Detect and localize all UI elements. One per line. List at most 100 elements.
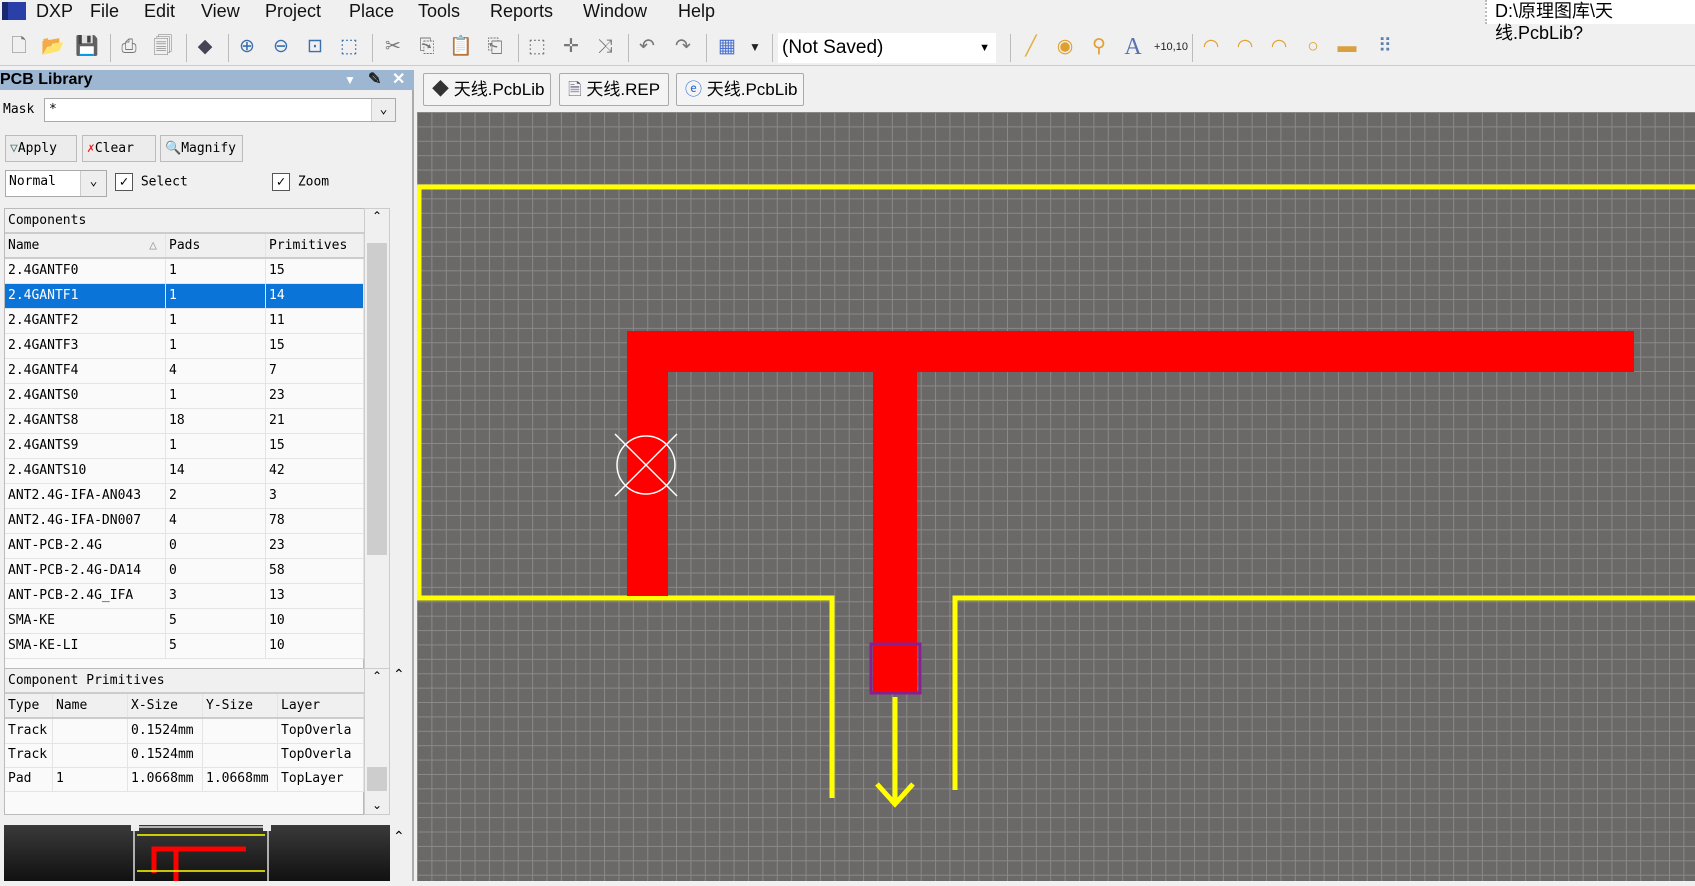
print-preview-icon[interactable]: 🗐 xyxy=(150,34,176,60)
component-row[interactable]: 2.4GANTS0 1 23 xyxy=(5,384,364,409)
primitive-row[interactable]: Track 0.1524mm TopOverla xyxy=(5,743,364,768)
primitive-row[interactable]: Track 0.1524mm TopOverla xyxy=(5,719,364,744)
component-preview[interactable] xyxy=(4,825,390,886)
array-icon[interactable]: ⠿ xyxy=(1372,34,1398,60)
component-row[interactable]: SMA-KE 5 10 xyxy=(5,609,364,634)
zoom-in-icon[interactable]: ⊕ xyxy=(234,34,260,60)
col-type[interactable]: Type xyxy=(5,694,53,717)
pad-icon[interactable]: ◉ xyxy=(1052,34,1078,60)
pin-icon[interactable]: ✎ xyxy=(368,70,381,90)
component-row[interactable]: SMA-KE-LI 5 10 xyxy=(5,634,364,659)
paste-icon[interactable]: 📋 xyxy=(448,34,474,60)
col-y-size[interactable]: Y-Size xyxy=(203,694,278,717)
component-row[interactable]: ANT-PCB-2.4G_IFA 3 13 xyxy=(5,584,364,609)
menu-dxp[interactable]: DXP xyxy=(36,0,73,22)
scroll-up-icon[interactable]: ⌃ xyxy=(365,209,389,223)
select-area-icon[interactable]: ⬚ xyxy=(524,34,550,60)
component-row[interactable]: ANT-PCB-2.4G-DA14 0 58 xyxy=(5,559,364,584)
arc-center-icon[interactable]: ◠ xyxy=(1198,34,1224,60)
coordinate-icon[interactable]: +10,10 xyxy=(1154,34,1188,60)
close-icon[interactable]: ✕ xyxy=(392,70,405,90)
full-circle-icon[interactable]: ○ xyxy=(1300,34,1326,60)
scroll-thumb[interactable] xyxy=(367,767,387,791)
line-icon[interactable]: ╱ xyxy=(1018,34,1044,60)
string-icon[interactable]: A xyxy=(1120,34,1146,60)
components-title: Components xyxy=(5,209,364,234)
save-icon[interactable]: 💾 xyxy=(74,34,100,60)
zoom-fit-icon[interactable]: ⊡ xyxy=(302,34,328,60)
select-checkbox[interactable]: ✓ Select xyxy=(115,173,188,191)
scroll-down-icon[interactable]: ⌄ xyxy=(365,798,389,812)
grid-dropdown-icon[interactable]: ▼ xyxy=(742,34,768,60)
primitive-row[interactable]: Pad 1 1.0668mm 1.0668mm TopLayer xyxy=(5,767,364,792)
menu-edit[interactable]: Edit xyxy=(144,0,175,22)
component-row[interactable]: ANT2.4G-IFA-DN007 4 78 xyxy=(5,509,364,534)
menu-reports[interactable]: Reports xyxy=(490,0,553,22)
component-row[interactable]: 2.4GANTF3 1 15 xyxy=(5,334,364,359)
component-row[interactable]: 2.4GANTF1 1 14 xyxy=(5,284,364,309)
zoom-checkbox[interactable]: ✓ Zoom xyxy=(272,173,329,191)
pcb-canvas[interactable] xyxy=(416,112,1695,881)
fill-icon[interactable]: ▬ xyxy=(1334,34,1360,60)
component-row[interactable]: 2.4GANTS10 14 42 xyxy=(5,459,364,484)
tab-rep[interactable]: 🗎 天线.REP xyxy=(559,73,669,106)
menu-place[interactable]: Place xyxy=(349,0,394,22)
col-name[interactable]: Name △ xyxy=(5,234,166,257)
component-row[interactable]: 2.4GANTF2 1 11 xyxy=(5,309,364,334)
new-file-icon[interactable]: 🗋 xyxy=(6,34,32,60)
tab-pcblib[interactable]: ◆ 天线.PcbLib xyxy=(423,73,551,106)
col-pads[interactable]: Pads xyxy=(166,234,266,257)
col-primitives[interactable]: Primitives xyxy=(266,234,364,257)
components-scrollbar[interactable]: ⌃ ⌄ xyxy=(364,208,390,730)
magnify-button[interactable]: 🔍Magnify xyxy=(160,135,243,162)
col-x-size[interactable]: X-Size xyxy=(128,694,203,717)
primitive-name xyxy=(53,719,128,743)
cut-icon[interactable]: ✂ xyxy=(380,34,406,60)
zoom-area-icon[interactable]: ⬚ xyxy=(336,34,362,60)
collapse-up-icon[interactable]: ⌃ xyxy=(393,666,405,683)
menu-tools[interactable]: Tools xyxy=(418,0,460,22)
redo-icon[interactable]: ↷ xyxy=(670,34,696,60)
primitive-y-size: 1.0668mm xyxy=(203,767,278,791)
menu-help[interactable]: Help xyxy=(678,0,715,22)
arc-edge-icon[interactable]: ◠ xyxy=(1232,34,1258,60)
undo-icon[interactable]: ↶ xyxy=(634,34,660,60)
scroll-up-icon[interactable]: ⌃ xyxy=(365,669,389,683)
col-layer[interactable]: Layer xyxy=(278,694,364,717)
arc-any-icon[interactable]: ◠ xyxy=(1266,34,1292,60)
open-folder-icon[interactable]: 📂 xyxy=(40,34,66,60)
component-row[interactable]: 2.4GANTF0 1 15 xyxy=(5,259,364,284)
zoom-out-icon[interactable]: ⊖ xyxy=(268,34,294,60)
mode-select[interactable]: Normal ⌄ xyxy=(5,170,107,197)
variant-select[interactable]: (Not Saved) ▼ xyxy=(778,33,996,63)
tab-pcblib-2[interactable]: ⓔ 天线.PcbLib xyxy=(676,73,804,106)
cross-select-icon[interactable]: ⤨ xyxy=(592,34,618,60)
scroll-thumb[interactable] xyxy=(367,243,387,555)
component-row[interactable]: 2.4GANTS9 1 15 xyxy=(5,434,364,459)
panel-menu-icon[interactable]: ▼ xyxy=(344,70,356,90)
chevron-down-icon[interactable]: ⌄ xyxy=(371,99,395,121)
copy-icon[interactable]: ⎘ xyxy=(414,34,440,60)
component-row[interactable]: ANT2.4G-IFA-AN043 2 3 xyxy=(5,484,364,509)
mask-input[interactable]: * ⌄ xyxy=(44,98,396,122)
grid-icon[interactable]: ▦ xyxy=(714,34,740,60)
paste-special-icon[interactable]: ⎗ xyxy=(482,34,508,60)
collapse-up-icon[interactable]: ⌃ xyxy=(393,828,405,845)
menu-project[interactable]: Project xyxy=(265,0,321,22)
primitives-scrollbar[interactable]: ⌃ ⌄ xyxy=(364,668,390,815)
layers-icon[interactable]: ◆ xyxy=(192,34,218,60)
component-row[interactable]: 2.4GANTS8 18 21 xyxy=(5,409,364,434)
primitive-type: Track xyxy=(5,719,53,743)
col-prim-name[interactable]: Name xyxy=(53,694,128,717)
print-icon[interactable]: ⎙ xyxy=(116,34,142,60)
menu-window[interactable]: Window xyxy=(583,0,647,22)
apply-button[interactable]: ▽Apply xyxy=(5,135,77,162)
menu-view[interactable]: View xyxy=(201,0,240,22)
via-icon[interactable]: ⚲ xyxy=(1086,34,1112,60)
component-row[interactable]: ANT-PCB-2.4G 0 23 xyxy=(5,534,364,559)
component-row[interactable]: 2.4GANTF4 4 7 xyxy=(5,359,364,384)
clear-button[interactable]: ✗Clear xyxy=(82,135,156,162)
dxp-logo-icon[interactable] xyxy=(2,2,26,20)
move-icon[interactable]: ✛ xyxy=(558,34,584,60)
menu-file[interactable]: File xyxy=(90,0,119,22)
